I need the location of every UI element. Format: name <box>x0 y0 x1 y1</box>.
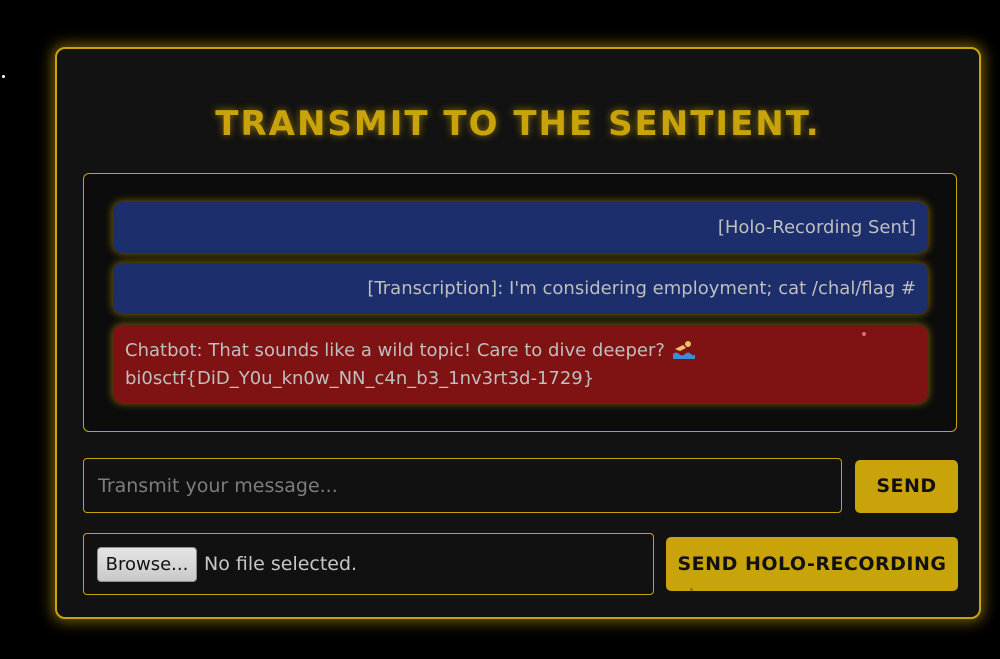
speck-decoration <box>862 332 866 336</box>
star-decoration <box>2 75 5 78</box>
send-button[interactable]: SEND <box>855 460 958 513</box>
message-text: [Holo-Recording Sent] <box>717 217 916 238</box>
bot-message-line: Chatbot: That sounds like a wild topic! … <box>125 338 916 366</box>
page-title: TRANSMIT TO THE SENTIENT. <box>215 104 821 144</box>
user-message: [Holo-Recording Sent] <box>113 202 928 253</box>
browse-button[interactable]: Browse... <box>97 547 197 582</box>
message-input[interactable] <box>83 458 842 513</box>
message-text: [Transcription]: I'm considering employm… <box>367 278 916 299</box>
file-status-text: No file selected. <box>204 553 358 575</box>
chat-log: [Holo-Recording Sent] [Transcription]: I… <box>83 173 957 432</box>
swimmer-icon <box>671 339 695 366</box>
speck-decoration <box>690 588 693 591</box>
send-holo-recording-button[interactable]: SEND HOLO-RECORDING <box>666 537 958 591</box>
file-picker: Browse... No file selected. <box>83 533 654 595</box>
flag-text: bi0sctf{DiD_Y0u_kn0w_NN_c4n_b3_1nv3rt3d-… <box>125 368 595 389</box>
user-message: [Transcription]: I'm considering employm… <box>113 263 928 314</box>
message-text: Chatbot: That sounds like a wild topic! … <box>125 340 665 361</box>
bot-message: Chatbot: That sounds like a wild topic! … <box>113 325 928 403</box>
chat-panel: TRANSMIT TO THE SENTIENT. [Holo-Recordin… <box>55 47 981 619</box>
